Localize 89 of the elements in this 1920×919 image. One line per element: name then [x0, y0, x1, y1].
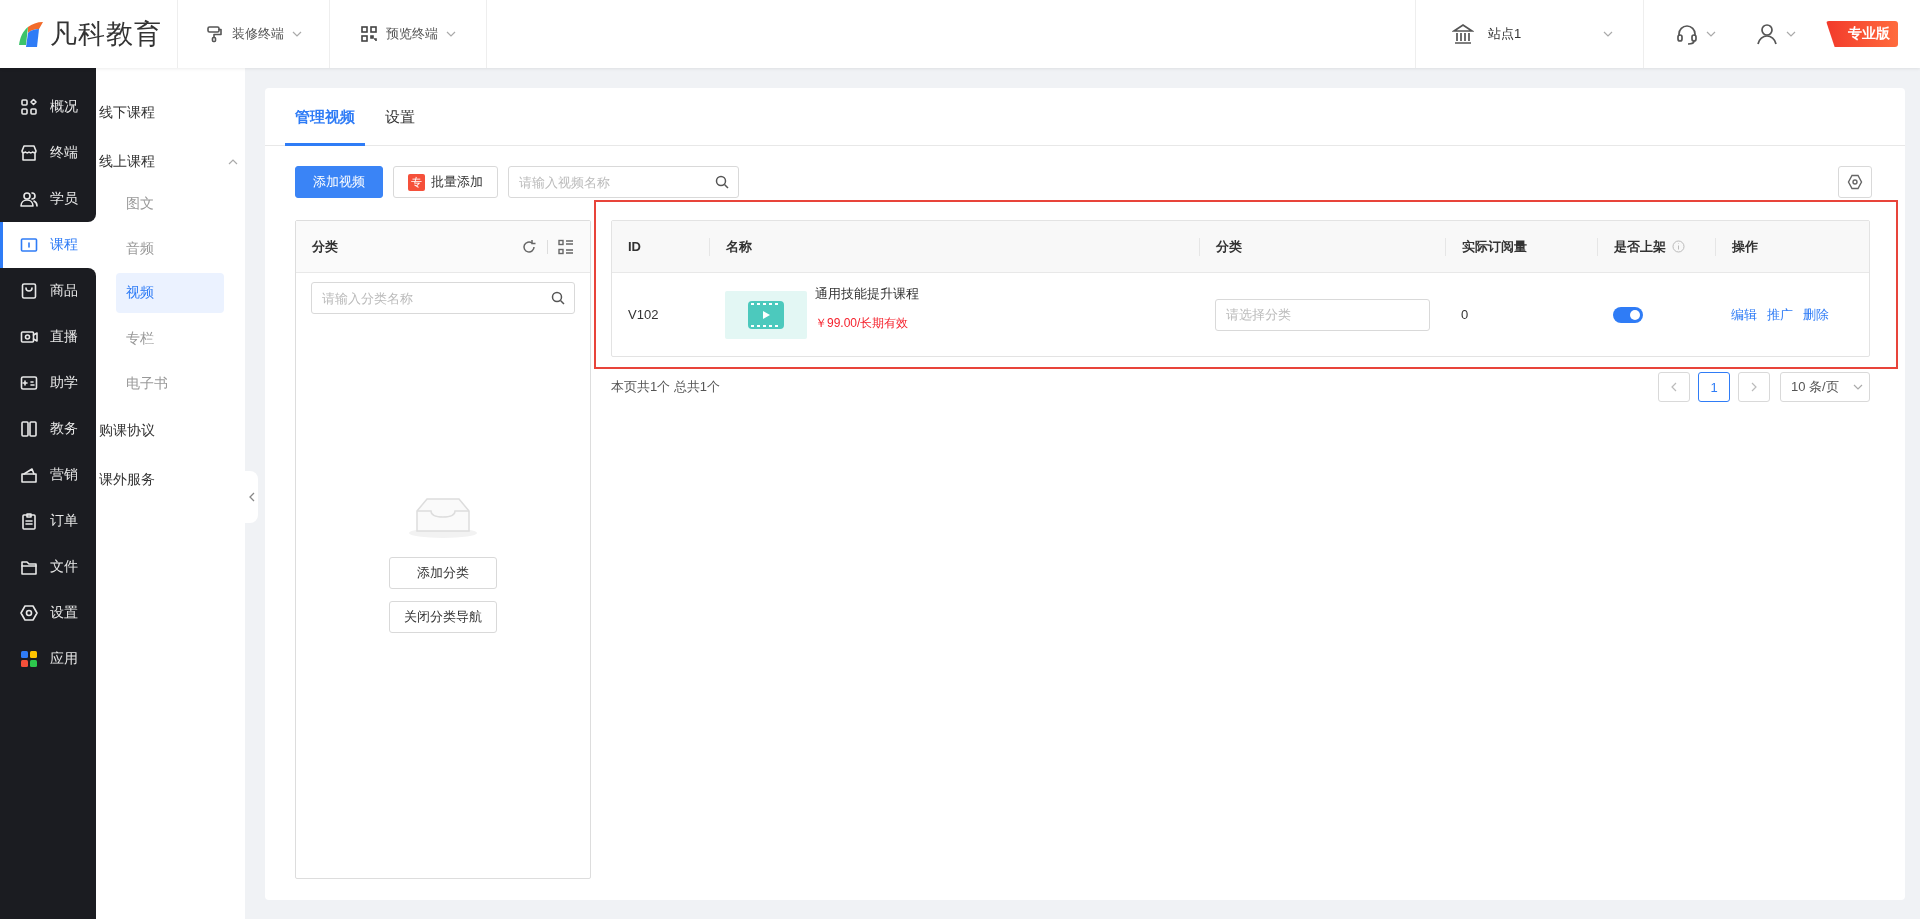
search-field[interactable]: 请输入视频名称: [508, 166, 739, 198]
caret-icon: [1786, 31, 1796, 37]
course-price: ￥99.00/长期有效: [815, 314, 910, 332]
sidebar-item[interactable]: 文件: [0, 544, 96, 590]
settings-icon: [20, 604, 38, 622]
submenu-item[interactable]: 课外服务: [96, 455, 222, 504]
site-selector[interactable]: 站点1: [1415, 0, 1644, 68]
next-page-button[interactable]: [1738, 372, 1770, 402]
caret-icon: [1603, 31, 1613, 37]
settings-button[interactable]: [1838, 166, 1872, 198]
settings-icon: [1847, 174, 1863, 190]
sidebar-item[interactable]: 设置: [0, 590, 96, 636]
action-link[interactable]: 编辑: [1731, 305, 1757, 324]
panel-title: 分类: [312, 237, 338, 256]
search-icon: [715, 175, 729, 189]
submenu-item[interactable]: 线下课程: [96, 88, 222, 137]
users-icon: [20, 190, 38, 208]
empty-box-icon: [407, 495, 479, 539]
sidebar-item[interactable]: 应用: [0, 636, 96, 682]
chevron-right-icon: [1751, 382, 1757, 392]
add-video-button[interactable]: 添加视频: [295, 166, 383, 198]
tab[interactable]: 设置: [375, 88, 425, 146]
page-size-select[interactable]: 10 条/页: [1780, 372, 1870, 402]
action-link[interactable]: 删除: [1803, 305, 1829, 324]
user-icon: [1756, 23, 1778, 45]
camera-icon: [20, 328, 38, 346]
columns-icon: [20, 420, 38, 438]
list-icon[interactable]: [558, 238, 574, 255]
bank-icon: [1452, 23, 1474, 45]
chevron-icon: [248, 492, 255, 502]
page-summary: 本页共1个 总共1个: [611, 378, 721, 396]
action-link[interactable]: 推广: [1767, 305, 1793, 324]
header-menu[interactable]: 预览终端: [330, 0, 487, 68]
tab[interactable]: 管理视频: [285, 88, 365, 146]
caret-icon: [228, 158, 238, 165]
search-icon: [551, 291, 565, 305]
toggle-switch[interactable]: [1613, 306, 1643, 323]
refresh-icon[interactable]: [521, 238, 537, 255]
clipboard-icon: [20, 512, 38, 530]
folder-icon: [20, 558, 38, 576]
column-header: 实际订阅量: [1462, 237, 1527, 256]
qr-code-icon: [360, 25, 378, 43]
gamepad-icon: [20, 374, 38, 392]
column-header: 是否上架: [1614, 237, 1666, 256]
book-icon: [20, 236, 38, 254]
grid-icon: [20, 98, 38, 116]
sidebar-item[interactable]: 学员: [0, 176, 96, 222]
column-header: ID: [628, 237, 641, 256]
logo-text: 凡科教育: [50, 18, 162, 51]
logo-icon: [16, 19, 46, 49]
caret-icon: [1853, 384, 1863, 390]
info-icon: [1672, 240, 1685, 253]
bag-icon: [20, 282, 38, 300]
caret-icon: [1706, 31, 1716, 37]
submenu-item[interactable]: 视频: [116, 273, 224, 313]
collapse-handle[interactable]: [245, 471, 258, 523]
sidebar-item[interactable]: 概况: [0, 68, 96, 130]
submenu-item[interactable]: 购课协议: [96, 406, 222, 455]
course-name: 通用技能提升课程: [815, 284, 919, 303]
sidebar-item[interactable]: 商品: [0, 268, 96, 314]
shop-icon: [20, 144, 38, 162]
previous-page-button[interactable]: [1658, 372, 1690, 402]
sidebar-item[interactable]: 直播: [0, 314, 96, 360]
edition-badge: 专业版: [1826, 21, 1898, 47]
chevron-left-icon: [1671, 382, 1677, 392]
sidebar-item[interactable]: 教务: [0, 406, 96, 452]
caret-icon: [291, 31, 302, 37]
table-cell-text: V102: [627, 307, 660, 322]
video-icon: [746, 298, 786, 331]
paint-roller-icon: [205, 25, 224, 43]
batch-add-button[interactable]: 专 批量添加: [393, 166, 498, 198]
category-select[interactable]: 请选择分类: [1215, 298, 1430, 331]
headset-icon: [1676, 23, 1698, 45]
search-field[interactable]: 请输入分类名称: [311, 282, 575, 314]
pro-tag: 专: [408, 173, 425, 191]
column-header: 操作: [1732, 237, 1758, 256]
apps-icon: [20, 650, 38, 668]
sidebar-item[interactable]: 终端: [0, 130, 96, 176]
column-header: 名称: [726, 237, 752, 256]
sidebar-item[interactable]: 助学: [0, 360, 96, 406]
panel-button[interactable]: 关闭分类导航: [389, 601, 497, 633]
sidebar-item[interactable]: 营销: [0, 452, 96, 498]
sidebar-item[interactable]: 订单: [0, 498, 96, 544]
caret-icon: [446, 31, 456, 37]
table-cell-text: 0: [1460, 307, 1470, 322]
page-button[interactable]: 1: [1698, 372, 1730, 402]
column-header: 分类: [1216, 237, 1242, 256]
panel-button[interactable]: 添加分类: [389, 557, 497, 589]
wallet-icon: [20, 466, 38, 484]
